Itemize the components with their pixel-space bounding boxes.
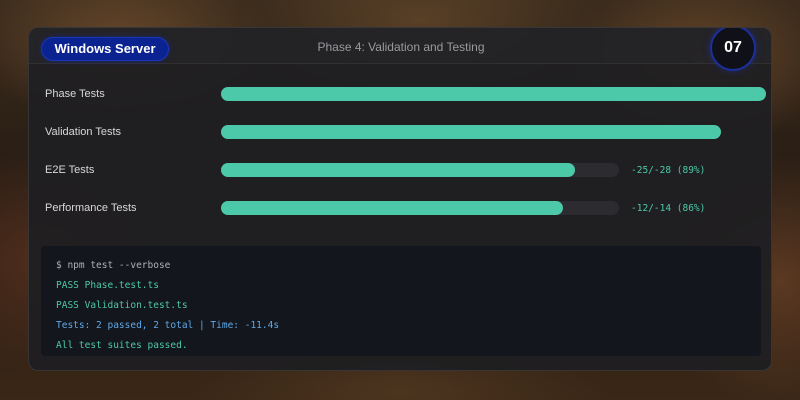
panel-header: Windows Server Phase 4: Validation and T… xyxy=(29,28,771,71)
progress-track xyxy=(221,125,721,139)
terminal-pass-line: PASS Phase.test.ts xyxy=(56,280,159,291)
progress-track xyxy=(221,201,619,215)
test-label: Validation Tests xyxy=(45,126,122,138)
terminal-summary-line: Tests: 2 passed, 2 total | Time: -11.4s xyxy=(56,320,280,331)
progress-fill xyxy=(221,201,563,215)
terminal-output: $ npm test --verbose PASS Phase.test.ts … xyxy=(41,246,761,356)
terminal-pass-line: PASS Validation.test.ts xyxy=(56,300,188,311)
os-badge[interactable]: Windows Server xyxy=(41,37,169,61)
terminal-success-line: All test suites passed. xyxy=(56,340,188,351)
terminal-command-line: $ npm test --verbose xyxy=(56,260,171,271)
test-label: E2E Tests xyxy=(45,164,95,176)
test-panel: Windows Server Phase 4: Validation and T… xyxy=(28,27,772,371)
progress-fill xyxy=(221,125,721,139)
progress-fill xyxy=(221,163,575,177)
test-row-phase: Phase Tests xyxy=(29,86,771,106)
test-stat: -12/-14 (86%) xyxy=(631,203,706,214)
test-row-performance: Performance Tests -12/-14 (86%) xyxy=(29,200,771,220)
step-number-badge: 07 xyxy=(710,28,756,71)
test-row-validation: Validation Tests xyxy=(29,124,771,144)
test-stat: -25/-28 (89%) xyxy=(631,165,706,176)
test-label: Performance Tests xyxy=(45,202,137,214)
progress-track xyxy=(221,87,766,101)
phase-title: Phase 4: Validation and Testing xyxy=(317,40,485,54)
progress-track xyxy=(221,163,619,177)
test-row-e2e: E2E Tests -25/-28 (89%) xyxy=(29,162,771,182)
progress-fill xyxy=(221,87,766,101)
test-label: Phase Tests xyxy=(45,88,105,100)
